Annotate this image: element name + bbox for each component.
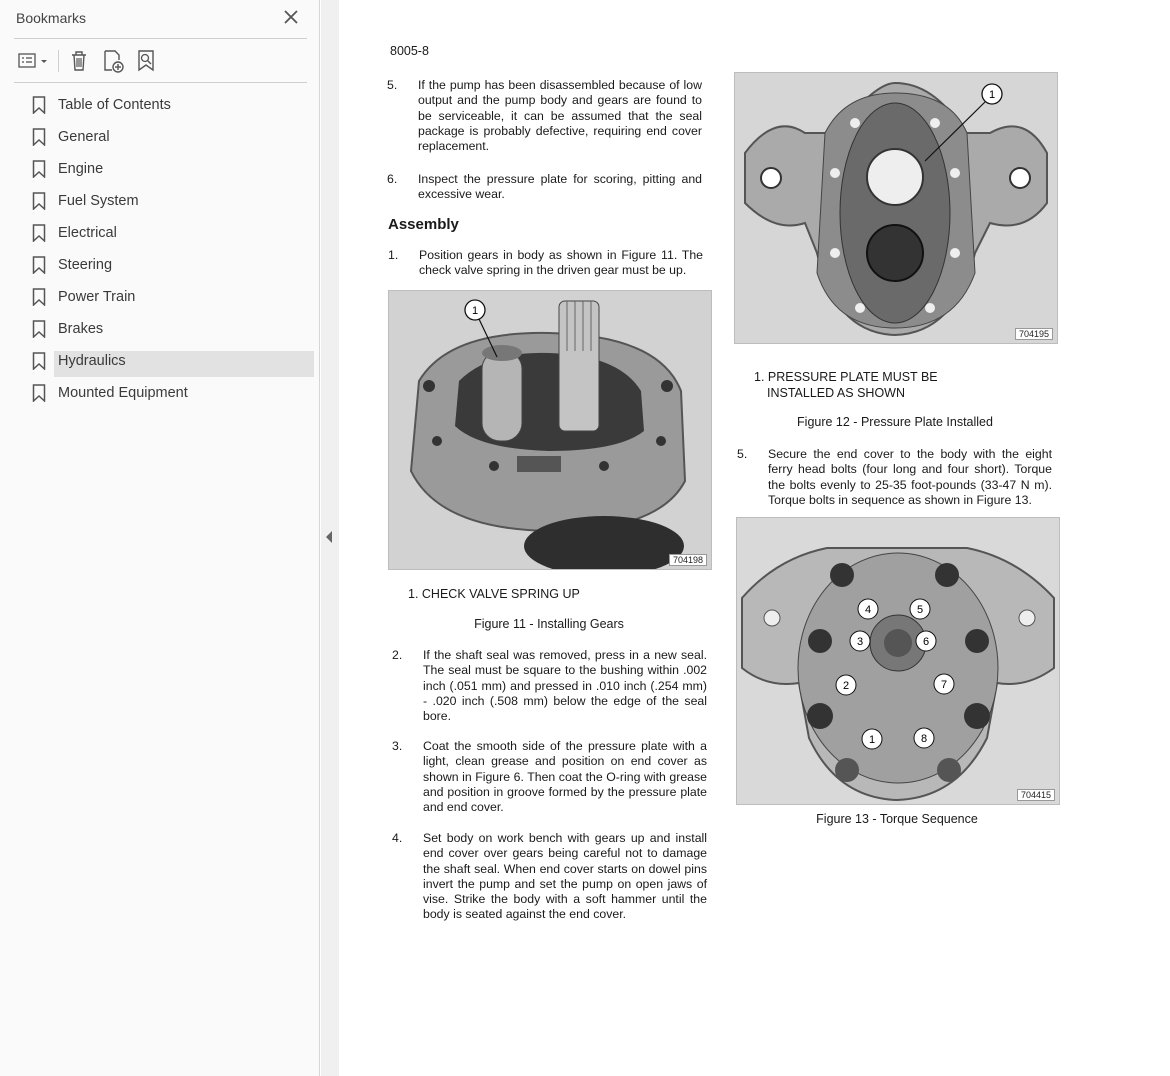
step-number: 2.	[392, 648, 403, 662]
bookmark-icon	[32, 192, 46, 210]
step-text: Coat the smooth side of the pressure pla…	[423, 739, 707, 815]
bookmark-icon	[32, 96, 46, 114]
gear-pump-body-illustration: 1	[389, 291, 711, 569]
bookmark-icon	[32, 256, 46, 274]
legend-line: 1. PRESSURE PLATE MUST BE	[754, 370, 938, 384]
figure-callout: 1	[472, 305, 478, 317]
step-number: 6.	[387, 172, 398, 186]
bookmark-general[interactable]: General	[28, 124, 314, 150]
step-number: 4.	[392, 831, 403, 845]
bookmark-label: Brakes	[58, 321, 104, 337]
torque-callout: 5	[917, 604, 923, 616]
torque-callout: 3	[857, 636, 863, 648]
find-bookmark-icon	[138, 50, 154, 72]
document-page: 8005-8 5. If the pump has been disassemb…	[339, 0, 1170, 1076]
step-number: 5.	[387, 78, 398, 92]
page-number: 8005-8	[390, 44, 429, 58]
step-text: If the pump has been disassembled becaus…	[418, 78, 702, 154]
figure-13-image: 1 2 3 4 5 6 7 8 704415	[736, 517, 1060, 805]
figure-11-caption: Figure 11 - Installing Gears	[474, 617, 624, 631]
step-text: If the shaft seal was removed, press in …	[423, 648, 707, 724]
bookmark-mounted-equipment[interactable]: Mounted Equipment	[28, 380, 314, 406]
find-bookmark-button[interactable]	[134, 47, 160, 75]
header-divider	[14, 38, 307, 39]
bookmark-icon	[32, 384, 46, 402]
step-number: 5.	[737, 447, 748, 461]
step-5a: 5. If the pump has been disassembled bec…	[387, 78, 702, 156]
bookmark-engine[interactable]: Engine	[28, 156, 314, 182]
bookmark-fuel-system[interactable]: Fuel System	[28, 188, 314, 214]
bookmark-icon	[32, 352, 46, 370]
step-2: 2. If the shaft seal was removed, press …	[392, 648, 707, 726]
torque-callout: 6	[923, 636, 929, 648]
torque-sequence-illustration: 1 2 3 4 5 6 7 8	[737, 518, 1059, 804]
bookmarks-header: Bookmarks	[16, 8, 308, 30]
figure-12-legend: 1. PRESSURE PLATE MUST BE INSTALLED AS S…	[754, 369, 938, 401]
bookmark-label: General	[58, 129, 110, 145]
bookmark-label: Steering	[58, 257, 113, 273]
torque-callout: 2	[843, 680, 849, 692]
figure-11-image: 1 704198	[388, 290, 712, 570]
torque-callout: 1	[869, 734, 875, 746]
bookmark-options-button[interactable]	[14, 47, 52, 75]
bookmark-label: Mounted Equipment	[58, 385, 188, 401]
bookmarks-title: Bookmarks	[16, 10, 87, 26]
bookmark-power-train[interactable]: Power Train	[28, 284, 314, 310]
step-text: Secure the end cover to the body with th…	[768, 447, 1052, 507]
figure-12-image: 1 704195	[734, 72, 1058, 344]
bookmark-steering[interactable]: Steering	[28, 252, 314, 278]
figure-code: 704415	[1016, 789, 1055, 801]
torque-callout: 7	[941, 679, 947, 691]
bookmark-label: Electrical	[58, 225, 117, 241]
step-4: 4. Set body on work bench with gears up …	[392, 831, 707, 925]
figure-code: 704198	[668, 554, 707, 566]
collapse-panel-icon[interactable]	[325, 530, 333, 544]
delete-bookmark-button[interactable]	[66, 47, 92, 75]
figure-11-legend: 1. CHECK VALVE SPRING UP	[408, 587, 580, 601]
step-text: Position gears in body as shown in Figur…	[419, 248, 703, 278]
bookmark-label: Engine	[58, 161, 104, 177]
bookmark-label: Hydraulics	[58, 353, 126, 369]
bookmark-icon	[32, 160, 46, 178]
bookmark-label: Power Train	[58, 289, 136, 305]
delete-bookmark-icon	[72, 51, 86, 71]
add-bookmark-button[interactable]	[100, 47, 126, 75]
bookmark-brakes[interactable]: Brakes	[28, 316, 314, 342]
close-icon[interactable]	[282, 8, 300, 26]
step-3: 3. Coat the smooth side of the pressure …	[392, 739, 707, 817]
toolbar-divider	[14, 82, 307, 83]
bookmark-options-icon	[18, 53, 47, 68]
torque-callout: 4	[865, 604, 871, 616]
bookmarks-toolbar	[14, 46, 307, 76]
bookmark-table-of-contents[interactable]: Table of Contents	[28, 92, 314, 118]
bookmark-icon	[32, 320, 46, 338]
bookmark-label: Table of Contents	[58, 97, 171, 113]
assembly-heading: Assembly	[388, 216, 459, 233]
legend-line: INSTALLED AS SHOWN	[767, 386, 905, 400]
figure-12-caption: Figure 12 - Pressure Plate Installed	[797, 415, 993, 429]
step-text: Inspect the pressure plate for scoring, …	[418, 172, 702, 202]
step-number: 3.	[392, 739, 403, 753]
step-number: 1.	[388, 248, 399, 262]
step-6: 6. Inspect the pressure plate for scorin…	[387, 172, 702, 204]
add-bookmark-icon	[104, 50, 124, 73]
bookmark-hydraulics[interactable]: Hydraulics	[28, 348, 314, 374]
bookmark-icon	[32, 288, 46, 306]
bookmark-electrical[interactable]: Electrical	[28, 220, 314, 246]
bookmark-label: Fuel System	[58, 193, 139, 209]
step-5b: 5. Secure the end cover to the body with…	[737, 447, 1052, 509]
bookmark-icon	[32, 224, 46, 242]
bookmarks-panel: Bookmarks Table of Contents General Engi…	[0, 0, 320, 1076]
toolbar-separator	[58, 50, 59, 72]
pressure-plate-illustration: 1	[735, 73, 1057, 343]
step-1: 1. Position gears in body as shown in Fi…	[388, 248, 703, 280]
figure-code: 704195	[1014, 328, 1053, 340]
step-text: Set body on work bench with gears up and…	[423, 831, 707, 922]
bookmark-icon	[32, 128, 46, 146]
figure-13-caption: Figure 13 - Torque Sequence	[816, 812, 978, 826]
figure-callout: 1	[989, 89, 995, 101]
torque-callout: 8	[921, 733, 927, 745]
